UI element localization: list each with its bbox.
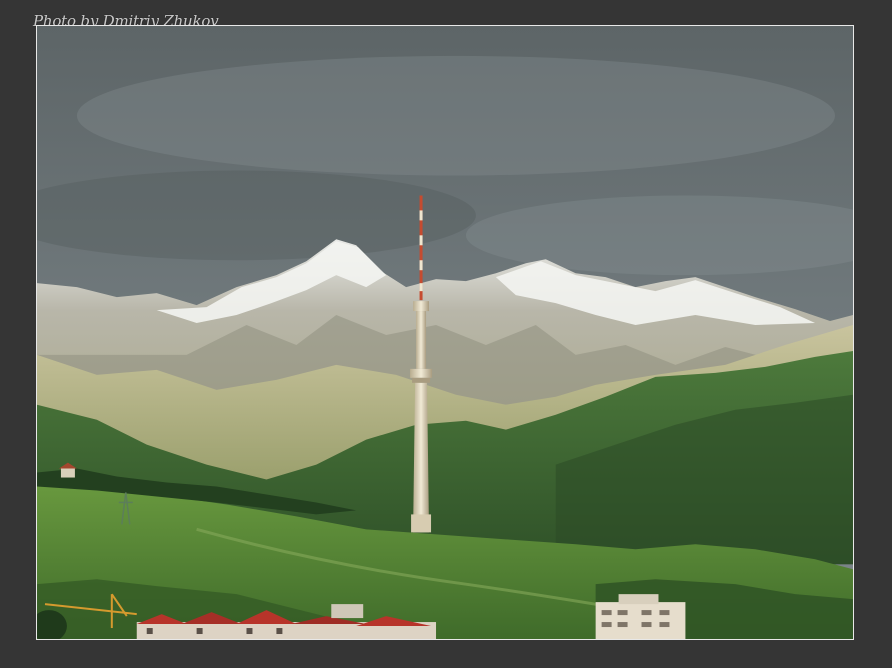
photo-page: Photo by Dmitriy Zhukov bbox=[0, 0, 892, 668]
photo-frame bbox=[36, 25, 854, 640]
cloud bbox=[76, 55, 836, 176]
landscape-photo bbox=[37, 26, 853, 639]
